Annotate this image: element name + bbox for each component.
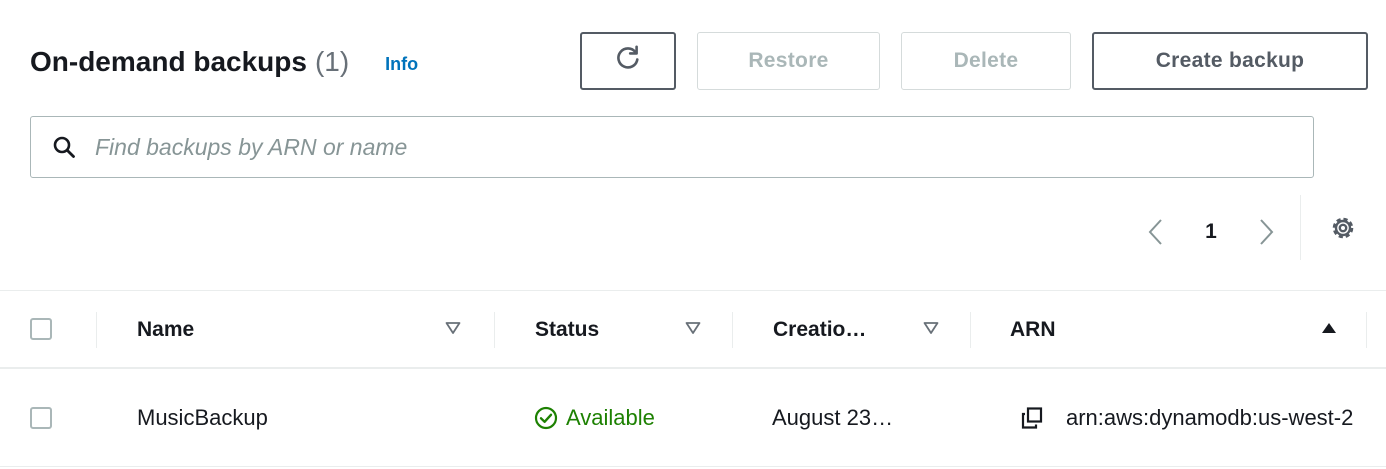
backups-panel: On-demand backups (1) Info Restore Delet…	[0, 0, 1386, 469]
page-title: On-demand backups	[30, 46, 307, 77]
arn-text: arn:aws:dynamodb:us-west-2	[1066, 405, 1354, 430]
sort-ascending-icon[interactable]	[1319, 318, 1339, 338]
copy-icon[interactable]	[1020, 405, 1046, 431]
current-page[interactable]: 1	[1176, 220, 1246, 244]
column-header-name[interactable]: Name	[137, 310, 194, 350]
chevron-left-icon[interactable]	[1136, 212, 1176, 252]
search-icon	[51, 134, 77, 160]
delete-button[interactable]: Delete	[901, 32, 1071, 90]
panel-header: On-demand backups (1) Info	[30, 30, 418, 94]
chevron-right-icon[interactable]	[1246, 212, 1286, 252]
column-separator	[494, 312, 495, 348]
column-separator	[970, 312, 971, 348]
backup-count: (1)	[314, 46, 350, 77]
refresh-icon	[614, 44, 642, 78]
table-top-divider	[0, 290, 1386, 291]
sort-down-icon[interactable]	[921, 318, 941, 338]
pager-divider	[1300, 195, 1301, 260]
status-text: Available	[566, 405, 655, 430]
search-input[interactable]	[93, 132, 1277, 162]
column-separator	[1366, 312, 1367, 348]
table-header-divider	[0, 367, 1386, 369]
row-divider	[0, 466, 1386, 467]
info-link[interactable]: Info	[385, 54, 418, 75]
select-all-checkbox[interactable]	[30, 318, 52, 340]
sort-down-icon[interactable]	[683, 318, 703, 338]
search-box[interactable]	[30, 116, 1314, 178]
check-circle-icon	[534, 406, 558, 430]
column-separator	[732, 312, 733, 348]
gear-icon[interactable]	[1325, 210, 1361, 246]
create-backup-button[interactable]: Create backup	[1092, 32, 1368, 90]
row-checkbox[interactable]	[30, 407, 52, 429]
pagination: 1	[1136, 204, 1286, 260]
restore-button[interactable]: Restore	[697, 32, 880, 90]
arn-cell: arn:aws:dynamodb:us-west-2	[1020, 398, 1366, 438]
column-header-arn[interactable]: ARN	[1010, 310, 1056, 350]
refresh-button[interactable]	[580, 32, 676, 90]
column-separator	[96, 312, 97, 348]
creation-date: August 23…	[772, 405, 894, 430]
column-header-status[interactable]: Status	[535, 310, 599, 350]
column-header-creation[interactable]: Creatio…	[773, 310, 866, 350]
backup-name: MusicBackup	[137, 405, 268, 430]
sort-down-icon[interactable]	[443, 318, 463, 338]
status-badge: Available	[534, 398, 655, 438]
